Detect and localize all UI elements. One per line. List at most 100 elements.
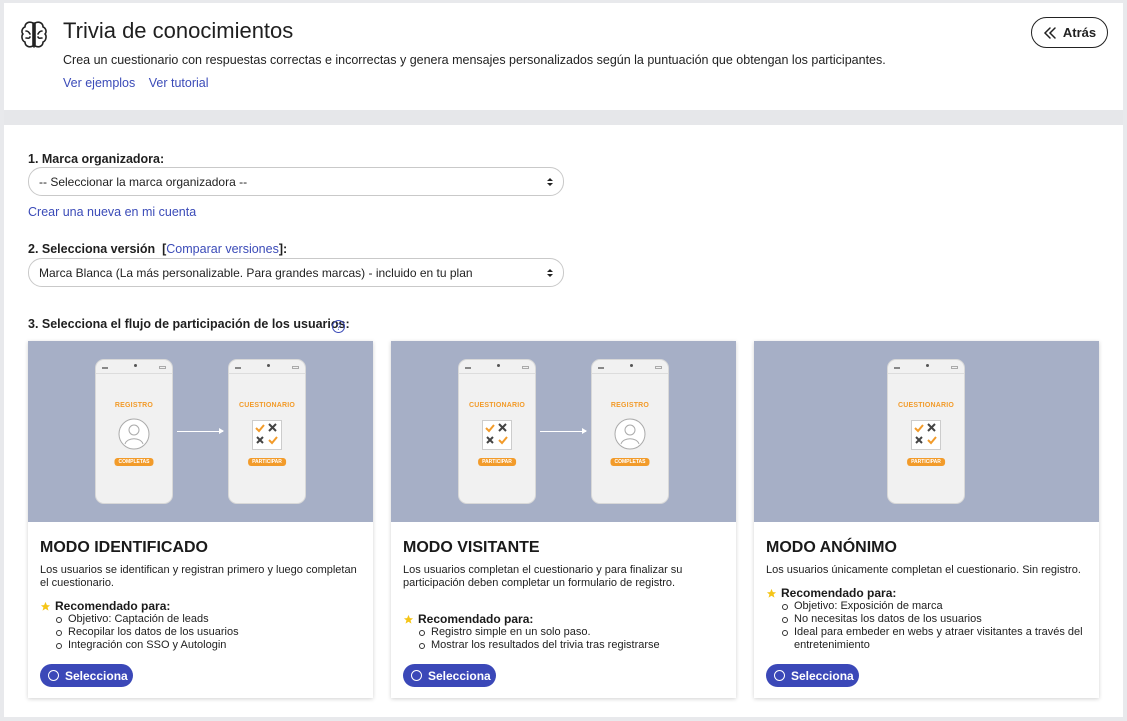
- page-header: Trivia de conocimientos Crea un cuestion…: [4, 3, 1123, 110]
- double-chevron-left-icon: [1043, 26, 1056, 39]
- version-select-value: Marca Blanca (La más personalizable. Par…: [39, 265, 473, 280]
- list-item: Mostrar los resultados del trivia tras r…: [419, 639, 724, 652]
- flow-arrow: [540, 428, 587, 434]
- phone-title: REGISTRO: [610, 402, 650, 409]
- card-title: MODO VISITANTE: [403, 539, 540, 556]
- version-label-text: 2. Selecciona versión: [28, 242, 156, 256]
- select-arrows-icon: [547, 178, 553, 186]
- phone-button: PARTICIPAR: [248, 458, 286, 466]
- signal-icon: [894, 366, 900, 369]
- recommended-label: Recomendado para:: [55, 599, 171, 613]
- phone-title: CUESTIONARIO: [897, 402, 955, 409]
- select-mode-button[interactable]: Selecciona: [403, 664, 496, 687]
- phone-registro: REGISTRO COMPLETAS: [591, 359, 669, 504]
- recommended-label: Recomendado para:: [418, 612, 534, 626]
- battery-icon: [292, 366, 299, 369]
- card-description: Los usuarios completan el cuestionario y…: [403, 564, 683, 589]
- phone-cuestionario: CUESTIONARIO PARTICIPAR: [458, 359, 536, 504]
- header-links: Ver ejemplos Ver tutorial: [63, 76, 219, 90]
- camera-dot: [267, 364, 270, 367]
- recommended-heading: Recomendado para:: [766, 586, 896, 600]
- signal-icon: [598, 366, 604, 369]
- list-item: Integración con SSO y Autologin: [56, 639, 361, 652]
- battery-icon: [655, 366, 662, 369]
- battery-icon: [951, 366, 958, 369]
- recommended-label: Recomendado para:: [781, 586, 897, 600]
- phone-button: COMPLETAS: [610, 458, 650, 466]
- mode-card-anonimo: CUESTIONARIO PARTICIPAR MODO ANÓNIMO Los…: [754, 341, 1099, 698]
- quiz-checklist-icon: [482, 420, 512, 450]
- flow-illustration: CUESTIONARIO PARTICIPAR: [754, 341, 1099, 522]
- user-avatar-icon: [614, 418, 646, 450]
- brand-select-value: -- Seleccionar la marca organizadora --: [39, 174, 248, 189]
- phone-divider: [459, 373, 535, 374]
- battery-icon: [522, 366, 529, 369]
- brain-icon: [21, 21, 47, 48]
- battery-icon: [159, 366, 166, 369]
- phone-title: REGISTRO: [114, 402, 154, 409]
- page-title: Trivia de conocimientos: [63, 18, 294, 43]
- list-item: Objetivo: Captación de leads: [56, 613, 361, 626]
- help-icon[interactable]: ?: [332, 320, 345, 333]
- flow-illustration: REGISTRO COMPLETAS CUESTIONARIO PARTICIP…: [28, 341, 373, 522]
- phone-button: PARTICIPAR: [478, 458, 516, 466]
- recommended-heading: Recomendado para:: [403, 612, 533, 626]
- mode-card-visitante: CUESTIONARIO PARTICIPAR REGISTRO COMPLET…: [391, 341, 736, 698]
- examples-link[interactable]: Ver ejemplos: [63, 76, 135, 90]
- brand-label: 1. Marca organizadora:: [28, 152, 165, 166]
- list-item: Objetivo: Exposición de marca: [782, 600, 1087, 613]
- select-mode-button[interactable]: Selecciona: [766, 664, 859, 687]
- version-select[interactable]: Marca Blanca (La más personalizable. Par…: [28, 258, 564, 287]
- recommended-list: Objetivo: Captación de leads Recopilar l…: [56, 613, 361, 652]
- compare-versions-link[interactable]: Comparar versiones: [166, 242, 279, 256]
- select-arrows-icon: [547, 269, 553, 277]
- phone-divider: [96, 373, 172, 374]
- user-avatar-icon: [118, 418, 150, 450]
- phone-status-bar: [465, 364, 529, 370]
- star-icon: [40, 601, 51, 611]
- list-item: Registro simple en un solo paso.: [419, 626, 724, 639]
- camera-dot: [497, 364, 500, 367]
- mode-card-identificado: REGISTRO COMPLETAS CUESTIONARIO PARTICIP…: [28, 341, 373, 698]
- star-icon: [766, 588, 777, 598]
- list-item: No necesitas los datos de los usuarios: [782, 613, 1087, 626]
- flow-label: 3. Selecciona el flujo de participación …: [28, 317, 350, 331]
- phone-title: CUESTIONARIO: [468, 402, 526, 409]
- phone-cuestionario: CUESTIONARIO PARTICIPAR: [228, 359, 306, 504]
- signal-icon: [102, 366, 108, 369]
- phone-divider: [888, 373, 964, 374]
- radio-icon: [48, 670, 59, 681]
- create-brand-link[interactable]: Crear una nueva en mi cuenta: [28, 205, 196, 219]
- phone-divider: [592, 373, 668, 374]
- flow-arrow: [177, 428, 224, 434]
- radio-icon: [411, 670, 422, 681]
- list-item: Ideal para embeder en webs y atraer visi…: [782, 626, 1087, 652]
- brand-select[interactable]: -- Seleccionar la marca organizadora --: [28, 167, 564, 196]
- card-title: MODO IDENTIFICADO: [40, 539, 208, 556]
- back-button[interactable]: Atrás: [1031, 17, 1108, 48]
- compare-bracket-close: ]:: [278, 242, 288, 256]
- quiz-checklist-icon: [911, 420, 941, 450]
- phone-status-bar: [235, 364, 299, 370]
- card-description: Los usuarios se identifican y registran …: [40, 564, 357, 589]
- phone-registro: REGISTRO COMPLETAS: [95, 359, 173, 504]
- quiz-checklist-icon: [252, 420, 282, 450]
- phone-status-bar: [894, 364, 958, 370]
- select-button-label: Selecciona: [791, 668, 854, 683]
- recommended-heading: Recomendado para:: [40, 599, 170, 613]
- phone-cuestionario: CUESTIONARIO PARTICIPAR: [887, 359, 965, 504]
- star-icon: [403, 614, 414, 624]
- phone-title: CUESTIONARIO: [238, 402, 296, 409]
- list-item: Recopilar los datos de los usuarios: [56, 626, 361, 639]
- select-mode-button[interactable]: Selecciona: [40, 664, 133, 687]
- camera-dot: [926, 364, 929, 367]
- camera-dot: [630, 364, 633, 367]
- signal-icon: [465, 366, 471, 369]
- select-button-label: Selecciona: [428, 668, 491, 683]
- select-button-label: Selecciona: [65, 668, 128, 683]
- tutorial-link[interactable]: Ver tutorial: [149, 76, 209, 90]
- version-label: 2. Selecciona versión [Comparar versione…: [28, 242, 287, 256]
- page: Trivia de conocimientos Crea un cuestion…: [4, 3, 1123, 717]
- phone-button: COMPLETAS: [114, 458, 154, 466]
- phone-button: PARTICIPAR: [907, 458, 945, 466]
